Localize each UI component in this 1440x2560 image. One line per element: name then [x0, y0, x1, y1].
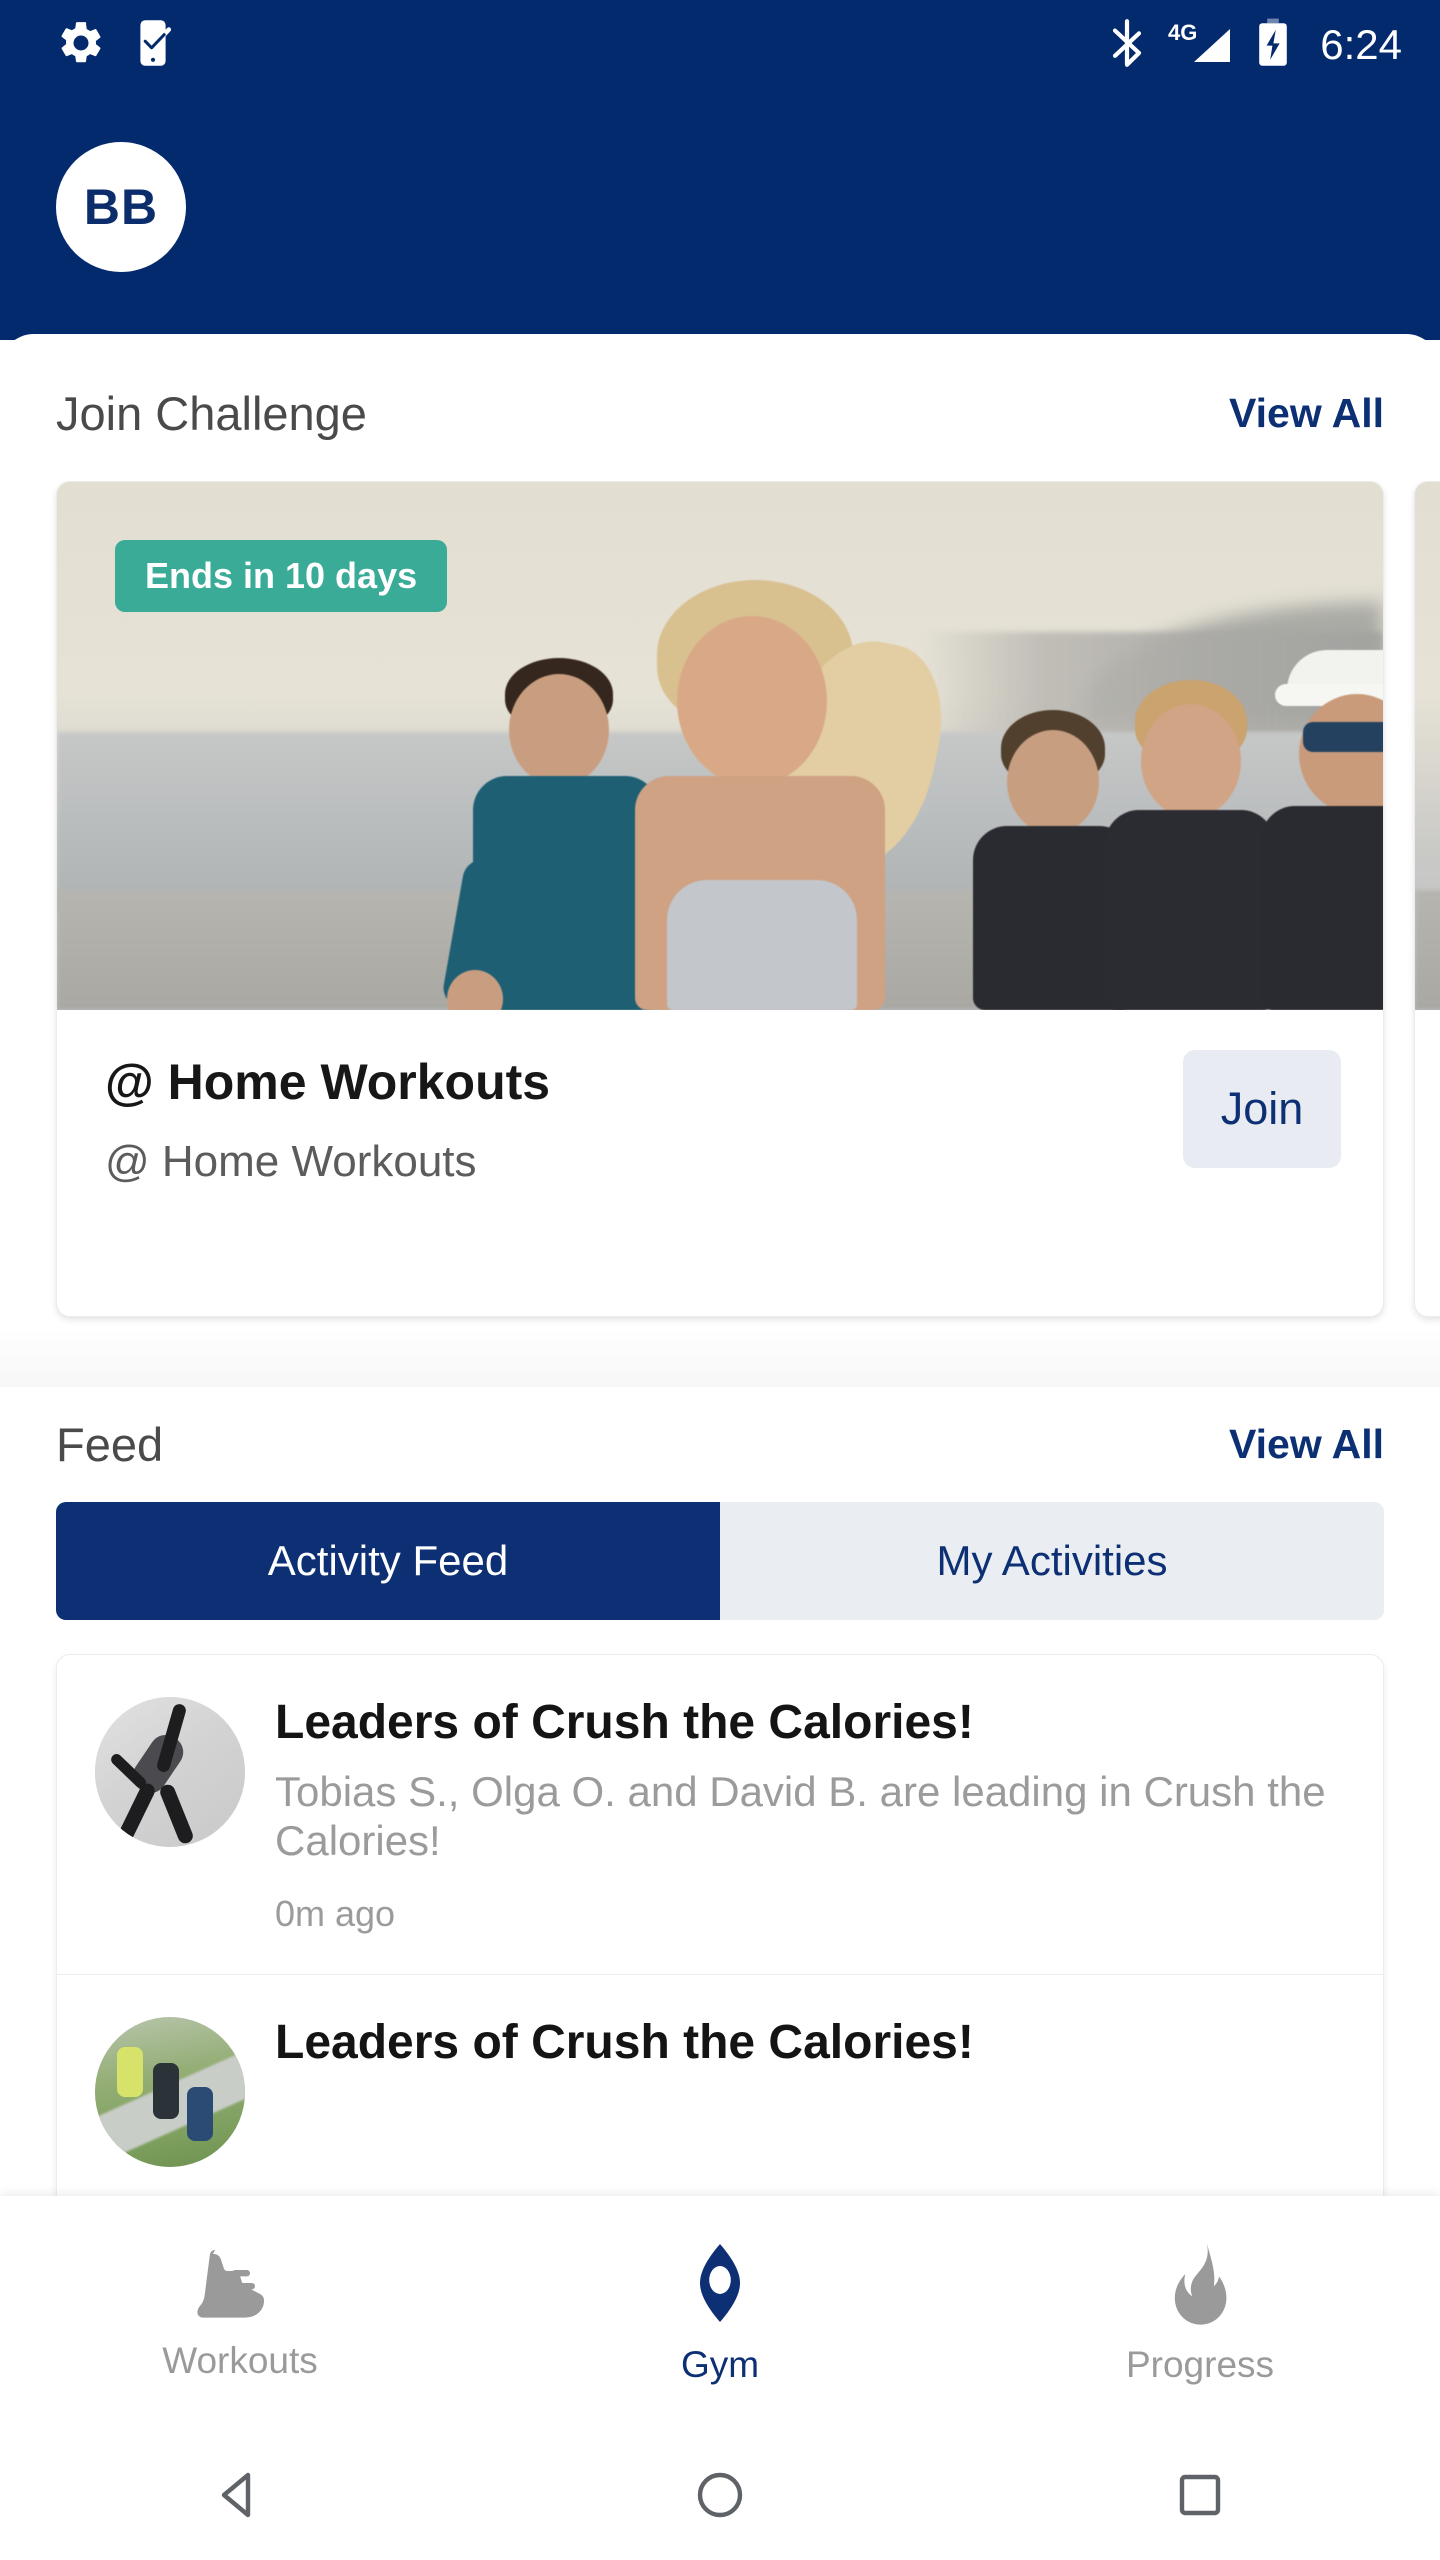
system-navigation-bar	[0, 2430, 1440, 2560]
bottom-navigation: Workouts Gym Progress	[0, 2196, 1440, 2430]
feed-view-all-link[interactable]: View All	[1229, 1424, 1384, 1465]
feed-item-body: Tobias S., Olga O. and David B. are lead…	[275, 1767, 1326, 1865]
challenge-section-title: Join Challenge	[56, 387, 367, 440]
status-bar-right-icons: 4G 6:24	[1108, 17, 1402, 74]
challenge-carousel[interactable]: Ends in 10 days @ Home Workouts @ Home W…	[0, 481, 1440, 1329]
hero-ground-next	[1415, 890, 1440, 1010]
feed-item[interactable]: Leaders of Crush the Calories!	[57, 1973, 1383, 2196]
status-bar-clock: 6:24	[1320, 21, 1402, 68]
feed-item-text: Leaders of Crush the Calories! Tobias S.…	[275, 1697, 1343, 1932]
avatar[interactable]: BB	[56, 142, 186, 272]
nav-label-gym: Gym	[680, 2343, 760, 2385]
back-button[interactable]	[0, 2467, 480, 2523]
nav-label-progress: Progress	[1125, 2343, 1275, 2385]
nav-label-workouts: Workouts	[162, 2339, 318, 2381]
feed-tabs: Activity Feed My Activities	[56, 1502, 1384, 1620]
location-pin-icon	[681, 2241, 759, 2328]
yoga-thumbnail	[95, 1697, 245, 1847]
feed-item-text: Leaders of Crush the Calories!	[275, 2017, 1343, 2167]
feed-item-title: Leaders of Crush the Calories!	[275, 1696, 974, 1749]
challenge-card-body: @ Home Workouts @ Home Workouts Join	[57, 1010, 1383, 1316]
home-button[interactable]	[480, 2470, 960, 2520]
shoe-icon	[194, 2245, 286, 2324]
challenge-card-title: @ Home Workouts	[105, 1054, 551, 1110]
nav-item-progress[interactable]: Progress	[960, 2241, 1440, 2386]
flame-icon	[1160, 2241, 1240, 2328]
challenge-hero-image: Ends in 10 days	[57, 482, 1383, 1010]
feed-item[interactable]: Leaders of Crush the Calories! Tobias S.…	[57, 1655, 1383, 1974]
app-header: BB	[0, 90, 1440, 340]
feed-avatar	[95, 2016, 245, 2167]
challenge-section: Join Challenge View All Ends in 10 days …	[0, 334, 1440, 1329]
battery-charging-icon	[1256, 17, 1290, 74]
feed-list: Leaders of Crush the Calories! Tobias S.…	[56, 1654, 1384, 2196]
join-button-label: Join	[1220, 1083, 1304, 1134]
runners-thumbnail	[95, 2016, 245, 2167]
challenge-hero-image-next	[1415, 482, 1440, 1010]
feed-section-title: Feed	[56, 1418, 164, 1471]
challenge-ends-badge: Ends in 10 days	[115, 540, 448, 612]
nav-item-workouts[interactable]: Workouts	[0, 2245, 480, 2382]
challenge-section-header: Join Challenge View All	[0, 390, 1440, 437]
status-bar: 4G 6:24	[0, 0, 1440, 90]
feed-avatar	[95, 1697, 245, 1847]
nav-item-gym[interactable]: Gym	[480, 2241, 960, 2386]
challenge-card-next[interactable]	[1414, 481, 1440, 1317]
hero-runner-2	[607, 580, 958, 1010]
join-button[interactable]: Join	[1183, 1050, 1341, 1168]
settings-gear-icon	[56, 18, 106, 73]
tab-activity-feed[interactable]: Activity Feed	[56, 1502, 720, 1620]
feed-item-title: Leaders of Crush the Calories!	[275, 2015, 974, 2069]
content-sheet: Join Challenge View All Ends in 10 days …	[0, 334, 1440, 2196]
feed-section: Feed View All Activity Feed My Activitie…	[0, 1387, 1440, 2196]
tab-my-activities[interactable]: My Activities	[720, 1502, 1384, 1620]
recents-button[interactable]	[960, 2471, 1440, 2519]
section-divider	[0, 1329, 1440, 1387]
bluetooth-icon	[1108, 18, 1146, 73]
feed-item-time: 0m ago	[275, 1892, 396, 1934]
phone-check-icon	[132, 17, 180, 74]
hero-runner-5	[1247, 650, 1383, 1010]
avatar-initials: BB	[83, 179, 159, 235]
challenge-view-all-link[interactable]: View All	[1229, 393, 1384, 434]
feed-section-header: Feed View All	[0, 1421, 1440, 1468]
challenge-card-body-next	[1415, 1010, 1440, 1316]
status-bar-left-icons	[56, 17, 180, 74]
challenge-card[interactable]: Ends in 10 days @ Home Workouts @ Home W…	[56, 481, 1384, 1317]
signal-4g-icon: 4G	[1168, 18, 1234, 73]
signal-4g-label: 4G	[1168, 20, 1197, 45]
challenge-card-subtitle: @ Home Workouts	[105, 1136, 477, 1186]
